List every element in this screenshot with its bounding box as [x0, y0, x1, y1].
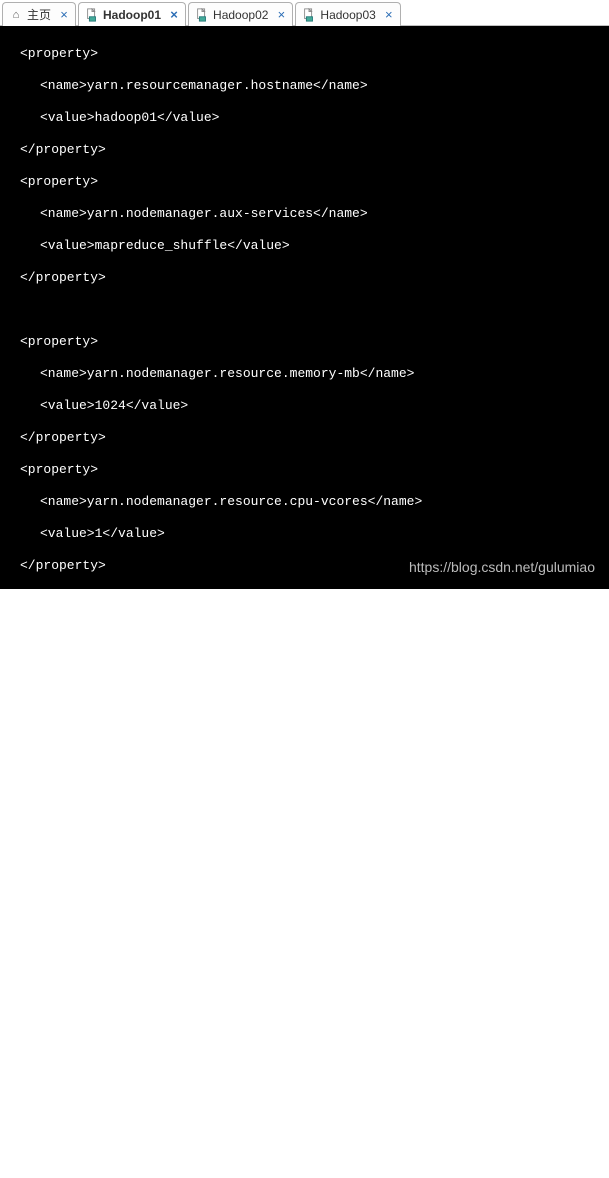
- xml-line: <value>0.0.0.0:8032</value>: [0, 654, 609, 670]
- blank-line: [0, 302, 609, 318]
- xml-line: <name>yarn.resourcemanager.admin.address…: [0, 1006, 609, 1022]
- xml-line: <property>: [0, 334, 609, 350]
- xml-line: <value>hadoop01</value>: [0, 110, 609, 126]
- xml-line: <property>: [0, 462, 609, 478]
- xml-line: </property>: [0, 270, 609, 286]
- tab-hadoop02[interactable]: Hadoop02 ×: [188, 2, 293, 26]
- close-icon[interactable]: ×: [274, 8, 288, 22]
- home-icon: ⌂: [9, 8, 23, 22]
- xml-line: <value>1</value>: [0, 526, 609, 542]
- xml-line: <name>yarn.nodemanager.resource.memory-m…: [0, 366, 609, 382]
- xml-line: </property>: [0, 430, 609, 446]
- xml-line: <value>0.0.0.0:8030</value>: [0, 782, 609, 798]
- xml-line: <name>yarn.resourcemanager.address</name…: [0, 622, 609, 638]
- xml-line: <property>: [0, 46, 609, 62]
- tab-hadoop02-label: Hadoop02: [213, 8, 268, 22]
- xml-line: </property>: [0, 814, 609, 830]
- close-icon[interactable]: ×: [57, 8, 71, 22]
- xml-line: <property>: [0, 590, 609, 606]
- xml-line: <name>yarn.resourcemanager.resource-trac…: [0, 878, 609, 894]
- xml-line: <name>yarn-resourcemanager.scheduler.add…: [0, 750, 609, 766]
- xml-line: </property>: [0, 942, 609, 958]
- close-icon[interactable]: ×: [382, 8, 396, 22]
- xml-line: <value>0.0.0.0:8088</value>: [0, 1166, 609, 1178]
- xml-line: </property>: [0, 1070, 609, 1086]
- xml-line: <property>: [0, 1102, 609, 1118]
- xml-line: </property>: [0, 142, 609, 158]
- xml-line: <value>1024</value>: [0, 398, 609, 414]
- tab-hadoop01[interactable]: Hadoop01 ×: [78, 2, 186, 26]
- tab-home-label: 主页: [27, 6, 51, 23]
- tab-home[interactable]: ⌂ 主页 ×: [2, 2, 76, 26]
- tab-bar: ⌂ 主页 × Hadoop01 × Hadoop02 × Hadoop03 ×: [0, 0, 609, 26]
- xml-line: <value>mapreduce_shuffle</value>: [0, 238, 609, 254]
- watermark: https://blog.csdn.net/gulumiao: [409, 559, 595, 575]
- tab-hadoop01-label: Hadoop01: [103, 8, 161, 22]
- xml-line: </property>: [0, 686, 609, 702]
- xml-line: <name>yarn.nodemanager.aux-services</nam…: [0, 206, 609, 222]
- editor-pane[interactable]: <property> <name>yarn.resourcemanager.ho…: [0, 26, 609, 589]
- xml-line: <name>yarn.resourcemanager.hostname</nam…: [0, 78, 609, 94]
- xml-line: <name>yarn.nodemanager.resource.cpu-vcor…: [0, 494, 609, 510]
- xml-line: <value>0.0.0.0:8033</value>: [0, 1038, 609, 1054]
- xml-line: <name>yarn.resourcemanager.webapp.addres…: [0, 1134, 609, 1150]
- xml-line: <property>: [0, 974, 609, 990]
- cursor-line: <property>: [20, 1102, 98, 1118]
- file-icon: [85, 8, 99, 22]
- xml-line: <value>0.0.0.0:8031</value>: [0, 910, 609, 926]
- tab-hadoop03[interactable]: Hadoop03 ×: [295, 2, 400, 26]
- file-icon: [302, 8, 316, 22]
- file-icon: [195, 8, 209, 22]
- xml-line: <property>: [0, 718, 609, 734]
- xml-line: <property>: [0, 174, 609, 190]
- xml-line: <property>: [0, 846, 609, 862]
- close-icon[interactable]: ×: [167, 8, 181, 22]
- tab-hadoop03-label: Hadoop03: [320, 8, 375, 22]
